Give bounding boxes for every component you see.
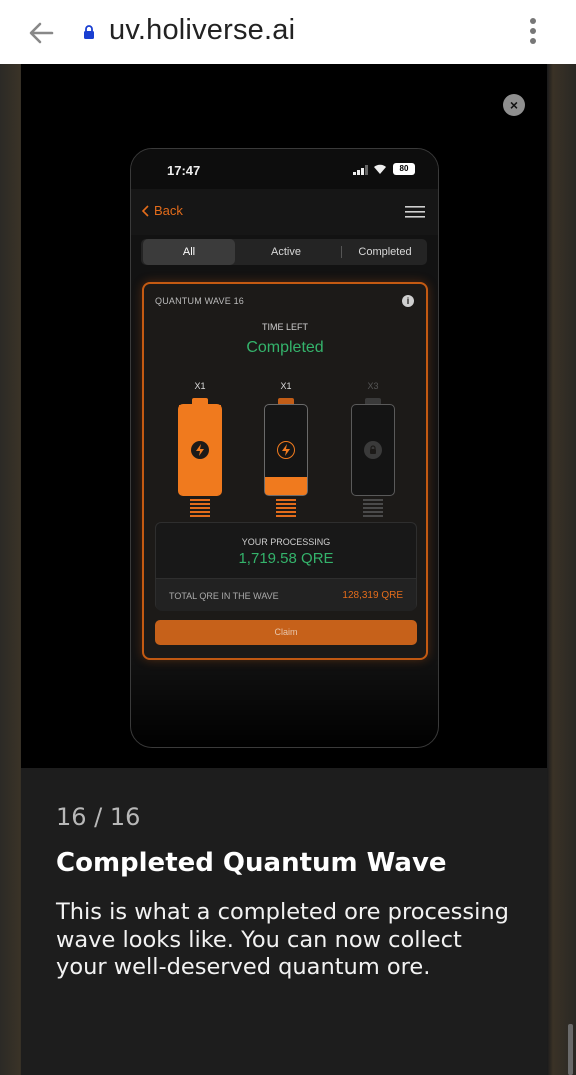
phone-fade <box>131 657 438 747</box>
wifi-icon <box>374 164 386 174</box>
processing-label: YOUR PROCESSING <box>241 537 331 547</box>
battery-coil <box>190 499 210 519</box>
time-left-label: TIME LEFT <box>261 322 308 332</box>
bolt-icon <box>277 441 295 459</box>
battery-multiplier: X1 <box>280 381 292 391</box>
modal-title: Completed Quantum Wave <box>56 848 447 878</box>
back-label: Back <box>154 203 183 218</box>
battery-full[interactable] <box>178 404 222 496</box>
battery-icon: 80 <box>393 163 415 175</box>
phone-status-bar: 17:47 80 <box>131 149 438 189</box>
signal-icon <box>353 165 368 175</box>
status-time: 17:47 <box>167 163 201 178</box>
phone-screenshot: 17:47 80 Back All Active Completed QUANT… <box>130 148 439 748</box>
info-icon[interactable]: i <box>402 295 414 307</box>
bolt-icon <box>191 441 209 459</box>
battery-coil <box>363 499 383 519</box>
back-button[interactable]: Back <box>141 203 183 218</box>
processing-value: 1,719.58 QRE <box>238 550 334 567</box>
tab-all[interactable]: All <box>143 239 235 265</box>
tab-completed[interactable]: Completed <box>343 239 427 265</box>
wave-status: Completed <box>246 339 324 356</box>
chevron-left-icon <box>141 204 149 217</box>
lock-icon <box>364 441 382 459</box>
battery-coil <box>276 499 296 519</box>
tab-active[interactable]: Active <box>241 239 331 265</box>
tab-divider <box>341 246 342 258</box>
filter-tabs: All Active Completed <box>141 239 427 265</box>
app-header: Back <box>131 189 438 235</box>
wave-title: QUANTUM WAVE 16 <box>155 296 245 306</box>
scrollbar-thumb[interactable] <box>568 1024 573 1075</box>
wave-card: QUANTUM WAVE 16 i TIME LEFT Completed X1… <box>142 282 428 660</box>
hamburger-menu-icon[interactable] <box>405 205 425 219</box>
browser-toolbar: uv.holiverse.ai <box>0 0 576 64</box>
claim-button[interactable]: Claim <box>155 620 417 645</box>
processing-summary: YOUR PROCESSING 1,719.58 QRE TOTAL QRE I… <box>155 522 417 611</box>
battery-multiplier: X1 <box>194 381 206 391</box>
total-value: 128,319 QRE <box>342 590 403 601</box>
battery-partial[interactable] <box>264 404 308 496</box>
battery-locked <box>351 404 395 496</box>
total-row: TOTAL QRE IN THE WAVE 128,319 QRE <box>156 578 416 611</box>
step-counter: 16 / 16 <box>56 803 141 831</box>
back-arrow-icon[interactable] <box>26 18 56 48</box>
total-label: TOTAL QRE IN THE WAVE <box>169 591 279 601</box>
battery-fill <box>265 477 307 495</box>
modal-description: This is what a completed ore processing … <box>56 899 509 980</box>
battery-multiplier: X3 <box>367 381 379 391</box>
more-vert-icon[interactable] <box>530 18 540 48</box>
close-icon[interactable]: × <box>503 94 525 116</box>
url-text[interactable]: uv.holiverse.ai <box>109 14 295 47</box>
lock-icon <box>84 25 94 39</box>
